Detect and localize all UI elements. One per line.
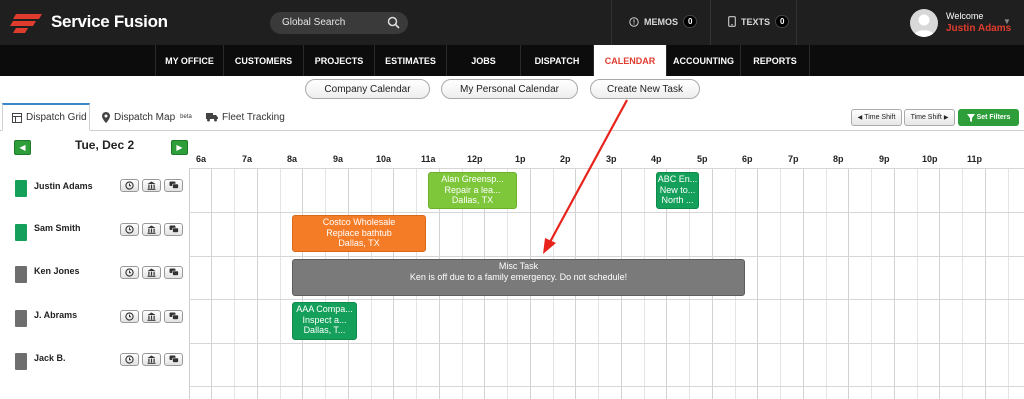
annotation-arrow [543,99,628,254]
